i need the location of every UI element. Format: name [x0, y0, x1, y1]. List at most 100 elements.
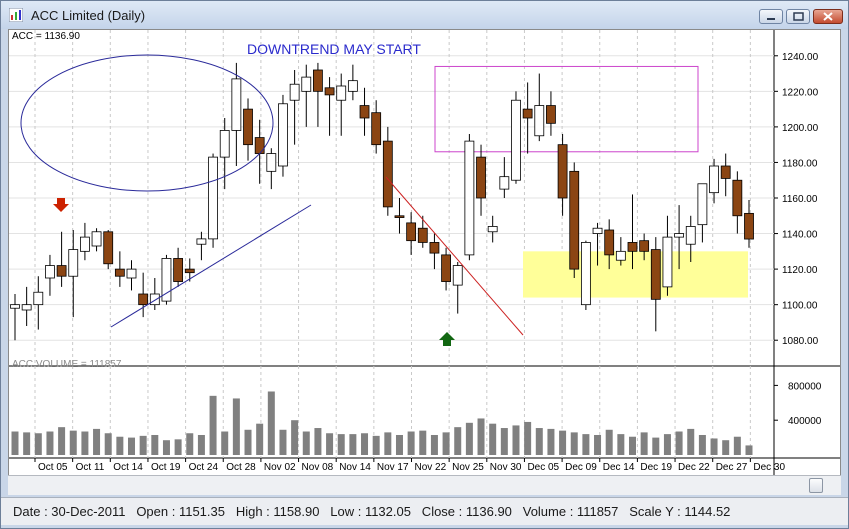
volume-bar	[314, 428, 322, 455]
candle-body[interactable]	[231, 78, 242, 131]
candle-body[interactable]	[662, 236, 673, 288]
candle-body[interactable]	[499, 176, 510, 190]
minimize-button[interactable]	[759, 9, 783, 24]
candle-body[interactable]	[45, 265, 55, 279]
candle-body[interactable]	[219, 130, 230, 158]
volume-bar	[722, 440, 730, 455]
date-tick-label: Dec 27	[716, 462, 748, 473]
candle-body[interactable]	[33, 291, 44, 306]
volume-bar	[11, 431, 19, 455]
chart-app-icon	[9, 8, 23, 22]
status-bar: Date : 30-Dec-2011 Open : 1151.35 High :…	[1, 497, 848, 525]
candle-body[interactable]	[534, 105, 545, 137]
candle-body[interactable]	[184, 268, 195, 274]
candle-body[interactable]	[650, 249, 661, 300]
candle-body[interactable]	[441, 254, 451, 282]
candle-body[interactable]	[278, 103, 288, 167]
candle-body[interactable]	[615, 250, 626, 261]
volume-bar	[279, 429, 287, 455]
volume-bar	[605, 429, 613, 455]
candle-body[interactable]	[243, 108, 253, 146]
candle-body[interactable]	[732, 179, 743, 217]
candle-body[interactable]	[452, 265, 463, 286]
candle-body[interactable]	[68, 249, 79, 277]
candle-body[interactable]	[382, 140, 393, 208]
maximize-button[interactable]	[786, 9, 810, 24]
candle-body[interactable]	[324, 87, 335, 96]
candle-body[interactable]	[103, 231, 114, 265]
title-bar[interactable]: ACC Limited (Daily)	[1, 1, 848, 29]
candle-body[interactable]	[639, 240, 650, 252]
candle-body[interactable]	[464, 140, 475, 256]
date-tick-label: Oct 24	[189, 462, 219, 473]
candle-body[interactable]	[674, 233, 684, 238]
close-button[interactable]	[813, 9, 843, 24]
candle-body[interactable]	[347, 80, 358, 92]
candle-body[interactable]	[429, 242, 440, 254]
date-tick-label: Nov 25	[452, 462, 484, 473]
candle-body[interactable]	[114, 268, 125, 277]
candle-body[interactable]	[208, 156, 218, 240]
candle-body[interactable]	[511, 99, 521, 181]
date-tick-label: Dec 22	[678, 462, 710, 473]
price-tick-label: 1220.00	[782, 87, 819, 98]
candle-body[interactable]	[289, 83, 300, 101]
candle-body[interactable]	[580, 242, 591, 306]
date-tick-label: Nov 17	[377, 462, 409, 473]
candle-body[interactable]	[569, 170, 580, 270]
volume-bar	[162, 440, 170, 455]
volume-bar	[58, 427, 66, 455]
candle-body[interactable]	[10, 304, 20, 309]
candle-body[interactable]	[709, 165, 719, 194]
candle-body[interactable]	[697, 183, 708, 226]
volume-bar	[652, 437, 660, 455]
candle-body[interactable]	[336, 85, 347, 101]
candle-body[interactable]	[371, 112, 382, 146]
volume-bar	[256, 423, 264, 455]
candle-body[interactable]	[720, 165, 731, 179]
candle-body[interactable]	[546, 105, 556, 124]
candle-body[interactable]	[173, 258, 184, 282]
candle-body[interactable]	[21, 304, 32, 311]
volume-bar	[500, 428, 508, 455]
candle-body[interactable]	[417, 227, 428, 243]
candle-body[interactable]	[394, 215, 405, 218]
candle-body[interactable]	[557, 144, 568, 199]
candle-body[interactable]	[254, 137, 265, 154]
candle-body[interactable]	[126, 268, 137, 279]
candle-body[interactable]	[196, 238, 207, 245]
volume-bar	[489, 423, 497, 455]
candle-body[interactable]	[476, 156, 486, 199]
scrollbar-thumb[interactable]	[809, 478, 823, 493]
candle-body[interactable]	[406, 222, 417, 242]
candle-body[interactable]	[604, 229, 615, 256]
volume-bar	[267, 391, 275, 455]
candle-body[interactable]	[487, 226, 498, 233]
candlestick-chart[interactable]: 1240.00 1220.00 1200.00 1180.00 1160.00 1140.…	[9, 30, 840, 476]
volume-bar	[34, 433, 42, 455]
horizontal-scrollbar[interactable]	[8, 475, 841, 495]
volume-bar	[570, 432, 578, 455]
chart-area[interactable]: 1240.00 1220.00 1200.00 1180.00 1160.00 1140.…	[8, 29, 841, 482]
volume-bar	[46, 431, 54, 455]
volume-bar	[128, 437, 136, 455]
candle-body[interactable]	[56, 265, 67, 277]
candle-body[interactable]	[91, 231, 102, 247]
candle-body[interactable]	[627, 242, 638, 252]
volume-bar	[139, 435, 147, 455]
candle-body[interactable]	[301, 76, 312, 92]
candle-body[interactable]	[266, 153, 277, 172]
volume-bar	[442, 432, 450, 455]
candle-body[interactable]	[744, 212, 754, 240]
candle-body[interactable]	[138, 293, 149, 306]
candle-body[interactable]	[149, 293, 160, 306]
volume-bar	[430, 434, 438, 455]
candle-body[interactable]	[592, 227, 603, 234]
candle-body[interactable]	[522, 108, 533, 119]
candle-body[interactable]	[685, 226, 696, 245]
candle-body[interactable]	[313, 69, 323, 92]
candle-body[interactable]	[359, 105, 370, 119]
candle-body[interactable]	[80, 236, 90, 252]
maximize-icon	[793, 12, 804, 21]
volume-bar	[232, 398, 240, 455]
